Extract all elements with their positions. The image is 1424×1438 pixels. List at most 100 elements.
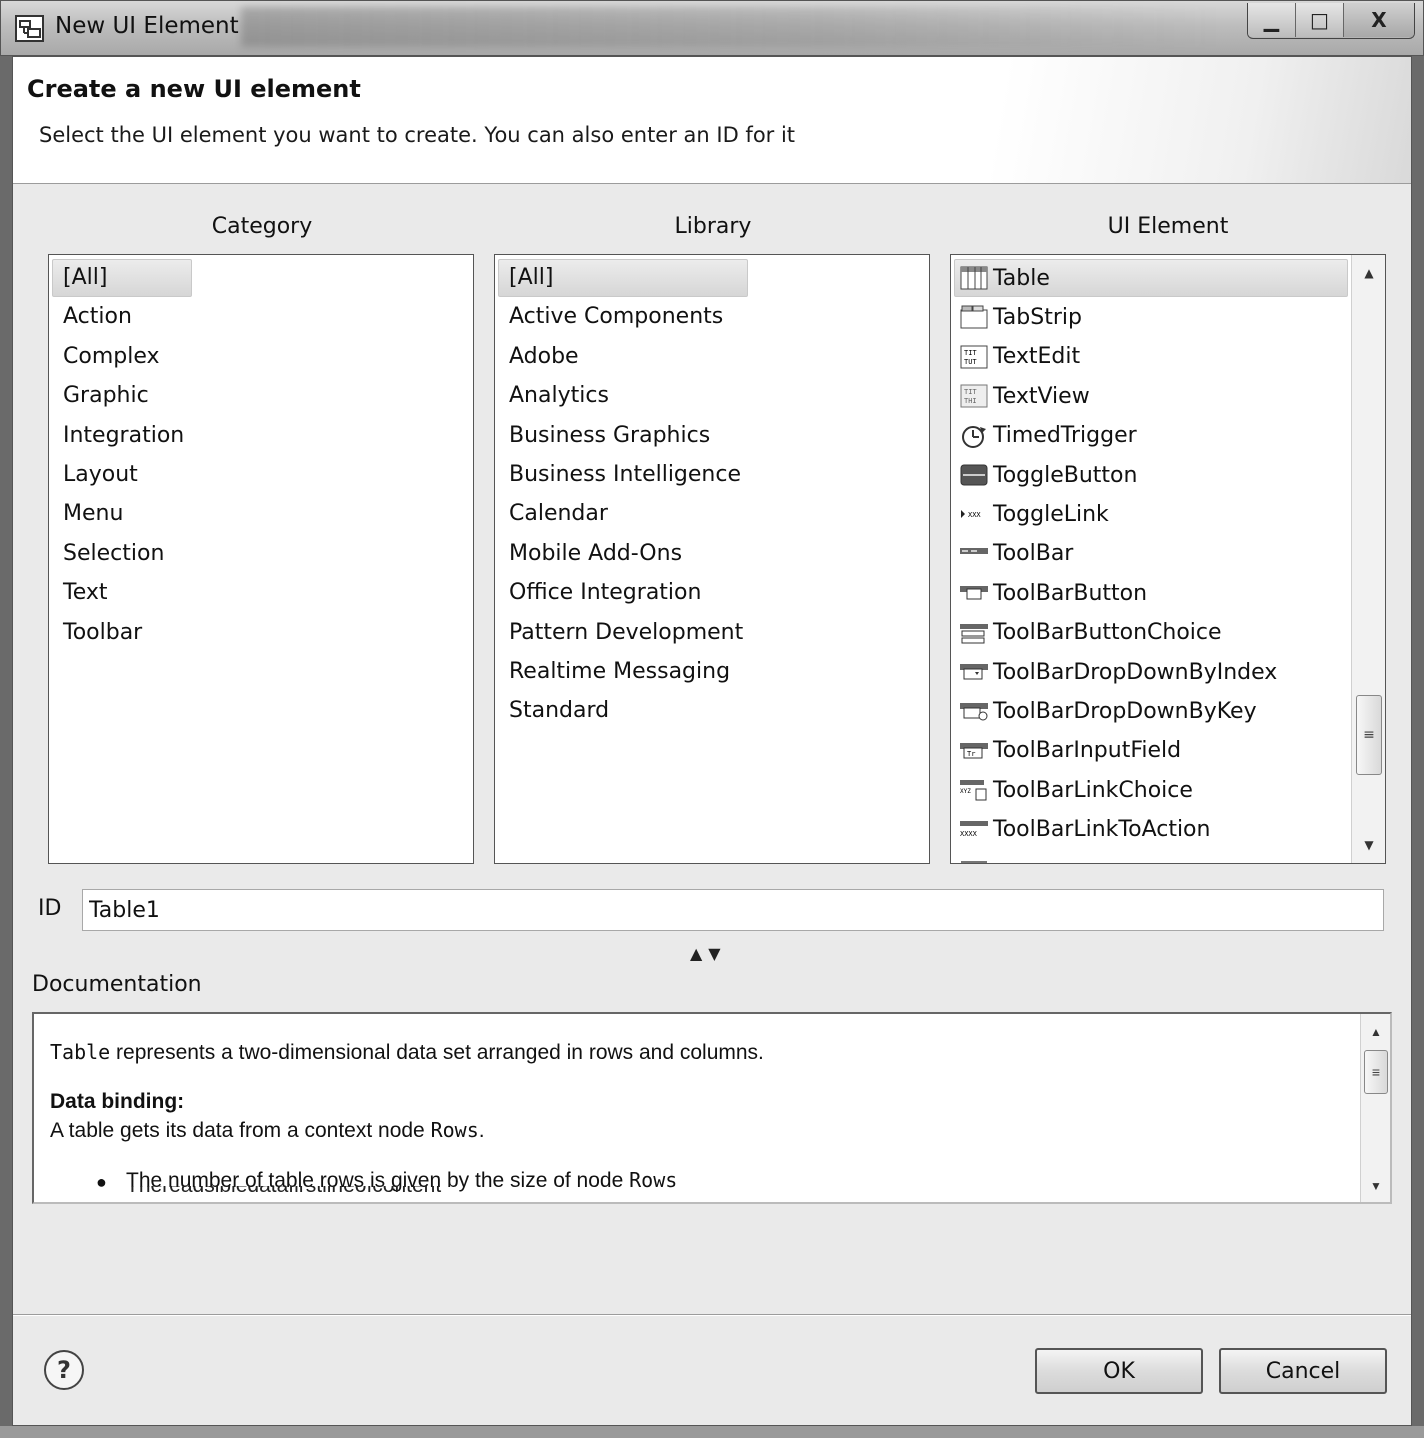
ui-element-item[interactable]: Table [959, 260, 1050, 296]
category-item[interactable]: Complex [63, 339, 160, 375]
tabstrip-icon [959, 304, 989, 330]
timer-icon [959, 423, 989, 449]
ui-element-item[interactable]: XYZ ToolBarLinkChoice [959, 772, 1193, 808]
ui-element-item[interactable]: ToolBarDropDownByKey [959, 693, 1257, 729]
dialog-header: Create a new UI element Select the UI el… [13, 57, 1411, 184]
ui-element-item[interactable]: TabStrip [959, 299, 1082, 335]
ui-element-label: TextView [993, 383, 1090, 409]
window-titlebar[interactable]: New UI Element ▁ □ X [0, 0, 1424, 56]
scroll-down-arrow-icon[interactable]: ▼ [1352, 833, 1385, 857]
doc-data-binding-heading: Data binding: [50, 1090, 185, 1113]
toolbar-link-action-icon: XXXX [959, 817, 989, 843]
library-item[interactable]: Business Intelligence [509, 457, 741, 493]
toolbar-button-icon [959, 580, 989, 606]
library-item[interactable]: [All] [509, 260, 553, 296]
svg-text:TIT: TIT [964, 388, 977, 396]
doc-binding-code: Rows [430, 1118, 479, 1142]
library-item[interactable]: Business Graphics [509, 418, 710, 454]
ui-element-item[interactable]: XXXX ToolBarLinkToAction [959, 812, 1210, 848]
ui-element-item[interactable]: TIT TUT TextEdit [959, 339, 1080, 375]
toggle-button-icon [959, 462, 989, 488]
ui-element-list[interactable]: Table TabStrip TIT TUT TextEdit TIT THI TextVie… [950, 254, 1386, 864]
ui-element-label: ToolBarDropDownByIndex [993, 659, 1278, 685]
library-item[interactable]: Analytics [509, 378, 609, 414]
category-item[interactable]: Graphic [63, 378, 149, 414]
ui-element-item[interactable]: ToolBarButton [959, 575, 1147, 611]
library-item[interactable]: Pattern Development [509, 615, 743, 651]
dialog-description: Select the UI element you want to create… [39, 123, 796, 147]
category-list[interactable]: [All] Action Complex Graphic Integration Layo… [48, 254, 474, 864]
toolbar-dropdown-index-icon [959, 659, 989, 685]
scroll-thumb[interactable]: ≡ [1356, 695, 1382, 775]
documentation-scrollbar[interactable]: ▲ ≡ ▼ [1360, 1014, 1390, 1202]
svg-text:THI: THI [964, 397, 977, 405]
ui-element-label: TextEdit [993, 344, 1081, 370]
doc-intro-code: Table [50, 1040, 111, 1064]
ui-element-item[interactable]: Tr ToolBarInputField [959, 733, 1181, 769]
ui-element-heading: UI Element [1107, 214, 1229, 239]
library-item[interactable]: Standard [509, 693, 609, 729]
ui-element-label: ToolBarDropDownByKey [993, 698, 1257, 724]
documentation-pane[interactable]: Table represents a two-dimensional data … [32, 1012, 1392, 1204]
id-input[interactable] [82, 889, 1384, 931]
doc-scroll-thumb[interactable]: ≡ [1364, 1050, 1388, 1094]
textview-icon: TIT THI [959, 383, 989, 409]
library-list[interactable]: [All] Active Components Adobe Analytics Busi… [494, 254, 930, 864]
doc-scroll-down-icon[interactable]: ▼ [1361, 1174, 1390, 1198]
textedit-icon: TIT TUT [959, 344, 989, 370]
documentation-label: Documentation [32, 972, 202, 997]
doc-binding-end: . [478, 1119, 485, 1142]
scroll-up-arrow-icon[interactable]: ▲ [1352, 261, 1385, 285]
id-label: ID [38, 896, 62, 921]
minimize-button[interactable]: ▁ [1248, 3, 1296, 37]
ui-element-item[interactable]: TimedTrigger [959, 418, 1137, 454]
ui-element-item[interactable]: ToggleButton [959, 457, 1137, 493]
library-item[interactable]: Adobe [509, 339, 579, 375]
ui-element-item[interactable]: ToolBarButtonChoice [959, 615, 1222, 651]
doc-bullet-icon: ● [96, 1172, 107, 1192]
category-item[interactable]: Integration [63, 418, 184, 454]
splitter-arrows-icon[interactable]: ▲▼ [690, 944, 727, 963]
library-item[interactable]: Realtime Messaging [509, 654, 730, 690]
library-item[interactable]: Mobile Add-Ons [509, 536, 682, 572]
ui-element-item[interactable]: ToolBarDropDownByIndex [959, 654, 1277, 690]
table-icon [959, 265, 989, 291]
doc-scroll-up-icon[interactable]: ▲ [1361, 1020, 1390, 1044]
toolbar-icon [959, 541, 989, 567]
ui-element-item-partial[interactable] [959, 851, 993, 863]
ui-element-item[interactable]: TIT THI TextView [959, 378, 1090, 414]
category-item[interactable]: Toolbar [63, 615, 142, 651]
ui-element-scrollbar[interactable]: ▲ ≡ ▼ [1351, 255, 1385, 863]
category-item[interactable]: Action [63, 299, 132, 335]
ui-element-label: ToolBarInputField [993, 738, 1182, 764]
window-controls: ▁ □ X [1247, 3, 1415, 39]
maximize-button[interactable]: □ [1296, 3, 1344, 37]
close-button[interactable]: X [1344, 3, 1414, 37]
ui-element-label: ToolBarLinkToAction [993, 817, 1211, 843]
svg-text:TUT: TUT [964, 358, 977, 366]
ok-button[interactable]: OK [1035, 1348, 1203, 1394]
category-item[interactable]: Layout [63, 457, 138, 493]
dialog-heading: Create a new UI element [27, 75, 361, 103]
svg-text:XXXX: XXXX [960, 830, 978, 838]
window-title: New UI Element [55, 13, 239, 39]
toolbar-link-choice-icon: XYZ [959, 777, 989, 803]
library-item[interactable]: Calendar [509, 496, 608, 532]
ui-element-item[interactable]: ToolBar [959, 536, 1073, 572]
category-item[interactable]: Selection [63, 536, 164, 572]
svg-text:Tr: Tr [967, 750, 975, 758]
svg-text:XXX: XXX [968, 511, 981, 519]
library-item[interactable]: Active Components [509, 299, 723, 335]
category-item[interactable]: [All] [63, 260, 107, 296]
category-item[interactable]: Menu [63, 496, 123, 532]
category-item[interactable]: Text [63, 575, 108, 611]
library-item[interactable]: Office Integration [509, 575, 701, 611]
category-heading: Category [211, 214, 313, 239]
ui-element-item[interactable]: XXX ToggleLink [959, 496, 1109, 532]
toggle-link-icon: XXX [959, 501, 989, 527]
ui-element-label: ToggleLink [993, 501, 1109, 527]
ui-element-label: ToolBar [993, 541, 1074, 567]
toolbar-button-choice-icon [959, 620, 989, 646]
cancel-button[interactable]: Cancel [1219, 1348, 1387, 1394]
help-icon[interactable]: ? [44, 1350, 84, 1390]
